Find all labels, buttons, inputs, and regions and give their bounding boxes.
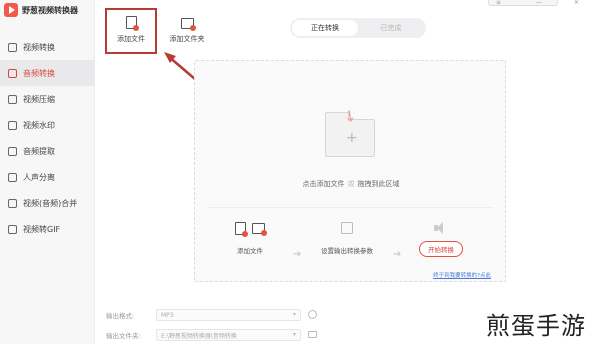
plus-icon: + (346, 130, 358, 146)
output-format-value: MP3 (161, 311, 174, 319)
folder-icon (252, 222, 267, 236)
hint-separator: 或 (347, 180, 355, 188)
hint-click-add: 点击添加文件 (302, 180, 345, 188)
output-folder-value: E:\野葱视频转换器\音频转换 (161, 332, 237, 340)
help-link[interactable]: 终于到我要转换的?点此 (433, 271, 491, 279)
settings-file-icon (341, 222, 353, 234)
divider (207, 207, 493, 208)
step-arrow-icon: ➔ (393, 249, 402, 260)
step-arrow-icon: ➔ (293, 249, 302, 260)
output-folder-select[interactable]: E:\野葱视频转换器\音频转换 ▾ (156, 329, 301, 341)
step-settings: 设置输出转换参数 (321, 221, 373, 255)
step-add-label: 添加文件 (237, 247, 263, 255)
open-folder-icon[interactable] (308, 331, 317, 338)
start-convert-button[interactable]: 开始转换 (419, 241, 463, 257)
drop-hint: 点击添加文件或拖拽到此区域 (195, 179, 507, 189)
output-format-label: 输出格式: (106, 312, 135, 320)
output-folder-label: 输出文件夹: (106, 332, 141, 340)
chevron-down-icon: ▾ (292, 311, 296, 318)
speaker-icon (434, 222, 448, 234)
format-settings-icon[interactable] (308, 310, 317, 319)
watermark-text: 煎蛋手游 (486, 312, 586, 340)
step-start: 开始转换 (419, 221, 463, 257)
output-folder-row: 输出文件夹: E:\野葱视频转换器\音频转换 ▾ (106, 328, 317, 342)
file-drop-zone[interactable]: + ➘ 点击添加文件或拖拽到此区域 添加文件 ➔ 设置输出转换参数 ➔ 开始转换… (194, 60, 506, 282)
step-settings-label: 设置输出转换参数 (321, 247, 373, 255)
chevron-down-icon: ▾ (292, 331, 296, 338)
output-format-select[interactable]: MP3 ▾ (156, 309, 301, 321)
step-add-file: 添加文件 (235, 221, 267, 255)
file-icon (235, 221, 248, 237)
hint-drag: 拖拽到此区域 (357, 180, 400, 188)
output-format-row: 输出格式: MP3 ▾ (106, 308, 317, 322)
